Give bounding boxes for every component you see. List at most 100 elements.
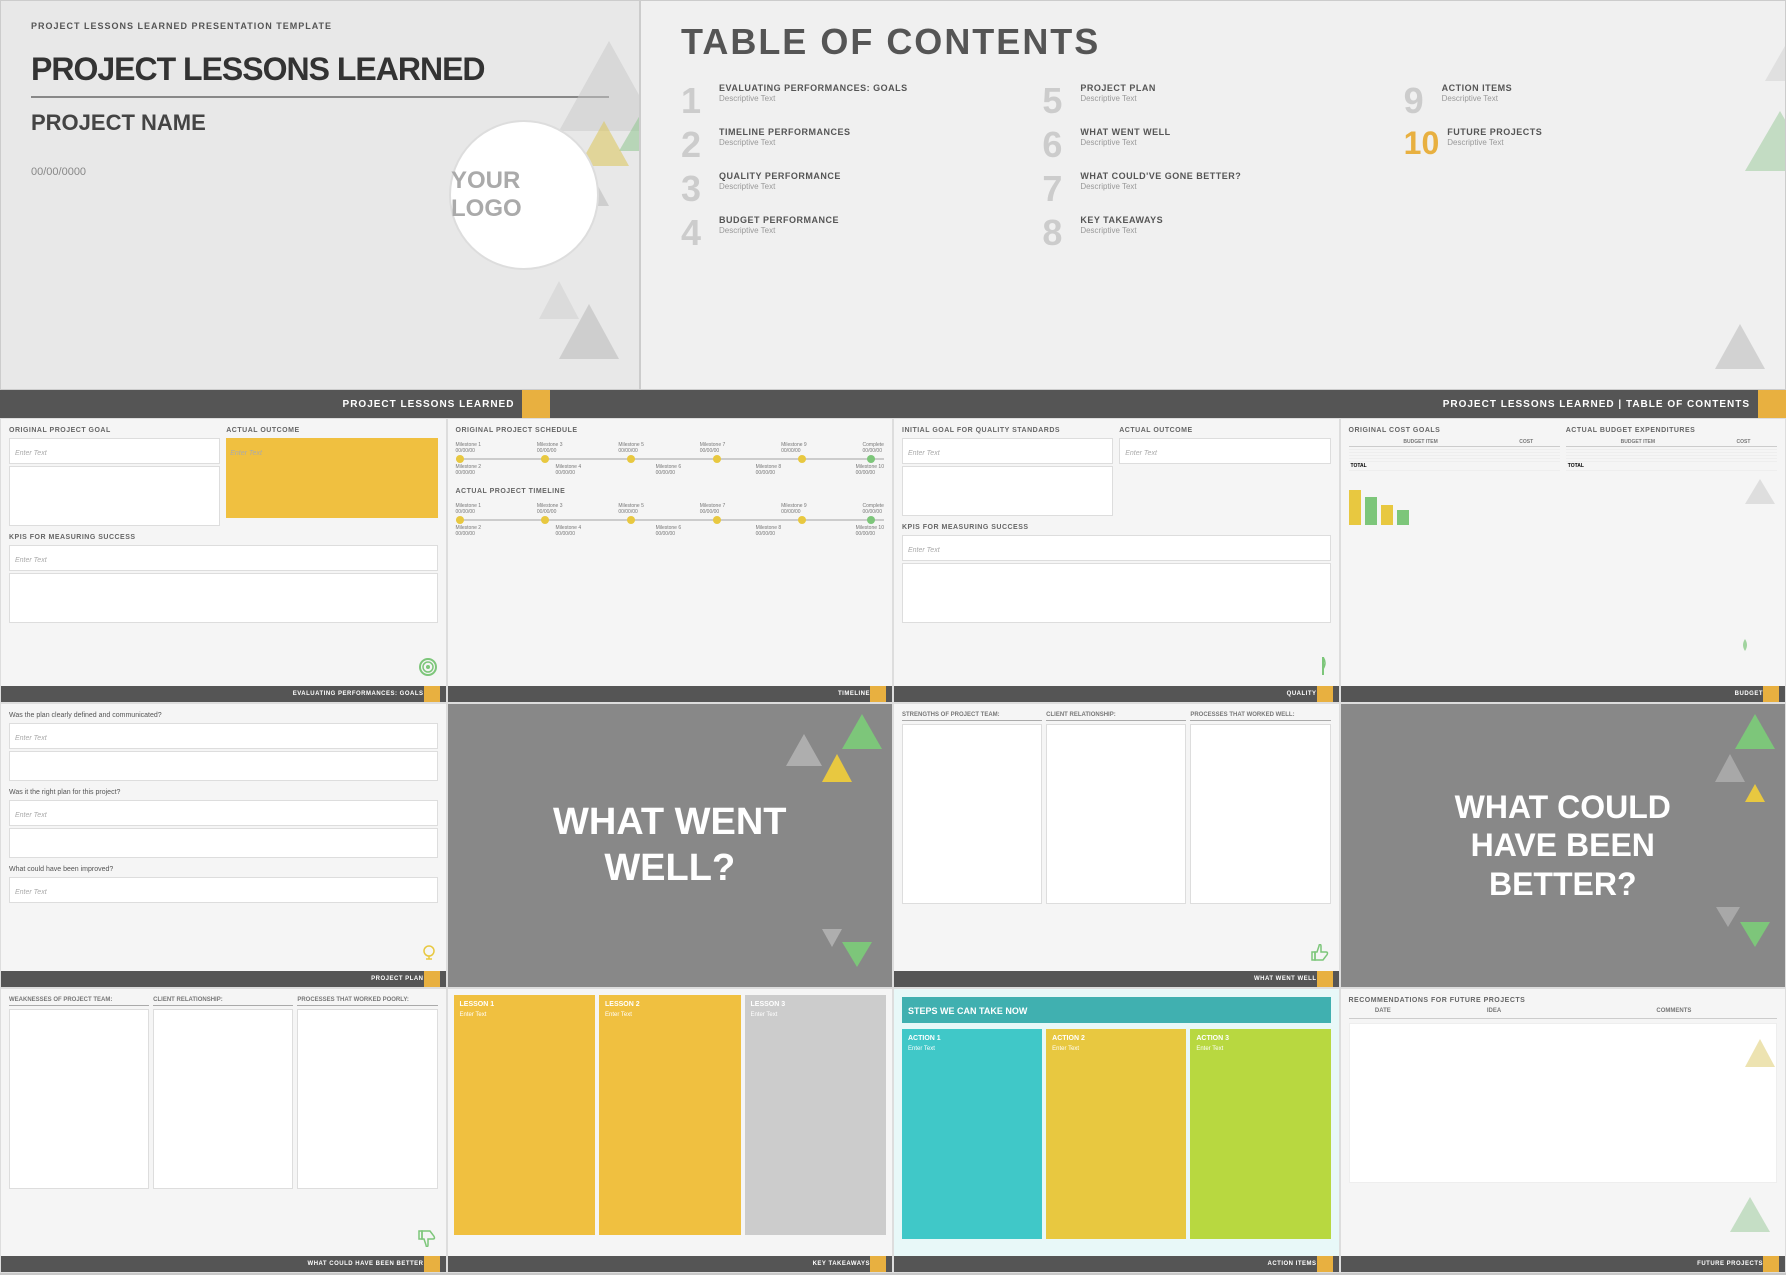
toc-item-1: 1 EVALUATING PERFORMANCES: GOALS Descrip… xyxy=(681,83,1022,119)
toc-label-10: FUTURE PROJECTS xyxy=(1447,127,1542,138)
toc-label-4: BUDGET PERFORMANCE xyxy=(719,215,839,226)
toc-item-10: 10 FUTURE PROJECTS Descriptive Text xyxy=(1404,127,1745,159)
toc-slide: TABLE OF CONTENTS 1 EVALUATING PERFORMAN… xyxy=(640,0,1786,390)
toc-desc-5: Descriptive Text xyxy=(1080,94,1156,103)
goals-outcome-text: Enter Text xyxy=(230,450,262,457)
timeline-footer: TIMELINE xyxy=(448,686,893,702)
toc-label-8: KEY TAKEAWAYS xyxy=(1080,215,1163,226)
timeline-header2: ACTUAL PROJECT TIMELINE xyxy=(456,488,885,495)
wcb-col2-input xyxy=(153,1009,293,1189)
toc-title: TABLE OF CONTENTS xyxy=(681,21,1745,63)
future-col-date: DATE xyxy=(1349,1008,1418,1014)
toc-label-2: TIMELINE PERFORMANCES xyxy=(719,127,851,138)
toc-num-2: 2 xyxy=(681,127,711,163)
wwt-col1-input xyxy=(902,724,1042,904)
quality-header2: ACTUAL OUTCOME xyxy=(1119,427,1330,434)
quality-input1: Enter Text xyxy=(902,438,1113,464)
wcb-col2-header: CLIENT RELATIONSHIP: xyxy=(153,997,293,1006)
budget-bar-chart xyxy=(1349,475,1560,525)
action2-text: Enter Text xyxy=(1052,1046,1180,1052)
slide-future-projects: RECOMMENDATIONS FOR FUTURE PROJECTS DATE… xyxy=(1340,988,1786,1273)
slide-evaluating-goals: ORIGINAL PROJECT GOAL Enter Text ACTUAL … xyxy=(0,418,447,703)
wwt-col3-header: PROCESSES THAT WORKED WELL: xyxy=(1190,712,1330,721)
quality-kpi-header: KPIs for MEASURING SUCCESS xyxy=(902,524,1331,531)
goals-header2: ACTUAL OUTCOME xyxy=(226,427,437,434)
toc-desc-3: Descriptive Text xyxy=(719,182,841,191)
main-title: PROJECT LESSONS LEARNED xyxy=(31,51,609,98)
plan-q3: What could have been improved? xyxy=(9,866,438,873)
future-content xyxy=(1349,1023,1778,1183)
slides-grid: ORIGINAL PROJECT GOAL Enter Text ACTUAL … xyxy=(0,418,1786,1273)
toc-num-5: 5 xyxy=(1042,83,1072,119)
toc-desc-8: Descriptive Text xyxy=(1080,226,1163,235)
goal-icon xyxy=(418,657,438,677)
toc-item-5: 5 PROJECT PLAN Descriptive Text xyxy=(1042,83,1383,119)
future-col-idea: IDEA xyxy=(1425,1008,1563,1014)
budget-footer: BUDGET xyxy=(1341,686,1786,702)
wcb-col3-header: PROCESSES THAT WORKED POORLY: xyxy=(297,997,437,1006)
plan-q2: Was it the right plan for this project? xyxy=(9,789,438,796)
slide-what-went-well-big: WHAT WENT WELL? xyxy=(447,703,894,988)
action3-text: Enter Text xyxy=(1196,1046,1324,1052)
budget-icon xyxy=(1735,637,1755,657)
thumbsup-icon xyxy=(1311,944,1331,962)
action1-label: ACTION 1 xyxy=(908,1035,1036,1042)
divider-right-text: PROJECT LESSONS LEARNED | TABLE OF CONTE… xyxy=(893,390,1786,418)
goals-input2 xyxy=(9,466,220,526)
budget-header1: ORIGINAL COST GOALS xyxy=(1349,427,1560,434)
lesson3-label: LESSON 3 xyxy=(751,1001,881,1008)
timeline-header1: ORIGINAL PROJECT SCHEDULE xyxy=(456,427,885,434)
action3-label: ACTION 3 xyxy=(1196,1035,1324,1042)
wcb-col1-input xyxy=(9,1009,149,1189)
action-header: STEPS WE CAN TAKE NOW xyxy=(908,1006,1027,1016)
quality-outcome: Enter Text xyxy=(1119,438,1330,464)
lesson1-text: Enter Text xyxy=(460,1012,590,1018)
quality-header1: INITIAL GOAL FOR QUALITY STANDARDS xyxy=(902,427,1113,434)
quality-icon xyxy=(1315,657,1331,677)
toc-item-8: 8 KEY TAKEAWAYS Descriptive Text xyxy=(1042,215,1383,251)
toc-desc-4: Descriptive Text xyxy=(719,226,839,235)
goals-kpi-input: Enter Text xyxy=(9,545,438,571)
goals-input1: Enter Text xyxy=(9,438,220,464)
quality-kpi2 xyxy=(902,563,1331,623)
quality-footer: QUALITY xyxy=(894,686,1339,702)
lesson2-label: LESSON 2 xyxy=(605,1001,735,1008)
toc-desc-1: Descriptive Text xyxy=(719,94,908,103)
toc-desc-9: Descriptive Text xyxy=(1442,94,1513,103)
toc-item-4: 4 BUDGET PERFORMANCE Descriptive Text xyxy=(681,215,1022,251)
slide-action-items: STEPS WE CAN TAKE NOW ACTION 1 Enter Tex… xyxy=(893,988,1340,1273)
what-went-well-big-text: WHAT WENT WELL? xyxy=(533,780,807,911)
future-col-comments: COMMENTS xyxy=(1571,1008,1777,1014)
slide-what-went-well-data: STRENGTHS OF PROJECT TEAM: CLIENT RELATI… xyxy=(893,703,1340,988)
wwt-col2-input xyxy=(1046,724,1186,904)
wwt-col2-header: CLIENT RELATIONSHIP: xyxy=(1046,712,1186,721)
action1-text: Enter Text xyxy=(908,1046,1036,1052)
budget-table-right: BUDGET ITEMCOST TOTAL xyxy=(1566,438,1777,471)
goals-kpi-input2 xyxy=(9,573,438,623)
toc-num-8: 8 xyxy=(1042,215,1072,251)
toc-num-3: 3 xyxy=(681,171,711,207)
plan-footer: PROJECT PLAN xyxy=(1,971,446,987)
quality-kpi: Enter Text xyxy=(902,535,1331,561)
budget-table-left: BUDGET ITEMCOST TOTAL xyxy=(1349,438,1560,471)
lesson1-label: LESSON 1 xyxy=(460,1001,590,1008)
lightbulb-icon xyxy=(420,944,438,962)
budget-header2: ACTUAL BUDGET EXPENDITURES xyxy=(1566,427,1777,434)
toc-num-7: 7 xyxy=(1042,171,1072,207)
toc-item-7: 7 WHAT COULD'VE GONE BETTER? Descriptive… xyxy=(1042,171,1383,207)
toc-item-9: 9 ACTION ITEMS Descriptive Text xyxy=(1404,83,1745,119)
wcb-col3-input xyxy=(297,1009,437,1189)
toc-item-2: 2 TIMELINE PERFORMANCES Descriptive Text xyxy=(681,127,1022,163)
slide-project-plan: Was the plan clearly defined and communi… xyxy=(0,703,447,988)
slide-what-could-better-data: WEAKNESSES OF PROJECT TEAM: CLIENT RELAT… xyxy=(0,988,447,1273)
toc-label-5: PROJECT PLAN xyxy=(1080,83,1156,94)
toc-item-3: 3 QUALITY PERFORMANCE Descriptive Text xyxy=(681,171,1022,207)
toc-num-4: 4 xyxy=(681,215,711,251)
plan-input1: Enter Text xyxy=(9,723,438,749)
lesson3-text: Enter Text xyxy=(751,1012,881,1018)
slide-budget: ORIGINAL COST GOALS BUDGET ITEMCOST TOTA… xyxy=(1340,418,1786,703)
future-header: RECOMMENDATIONS FOR FUTURE PROJECTS xyxy=(1349,997,1778,1004)
plan-input2: Enter Text xyxy=(9,800,438,826)
toc-label-6: WHAT WENT WELL xyxy=(1080,127,1170,138)
toc-label-3: QUALITY PERFORMANCE xyxy=(719,171,841,182)
